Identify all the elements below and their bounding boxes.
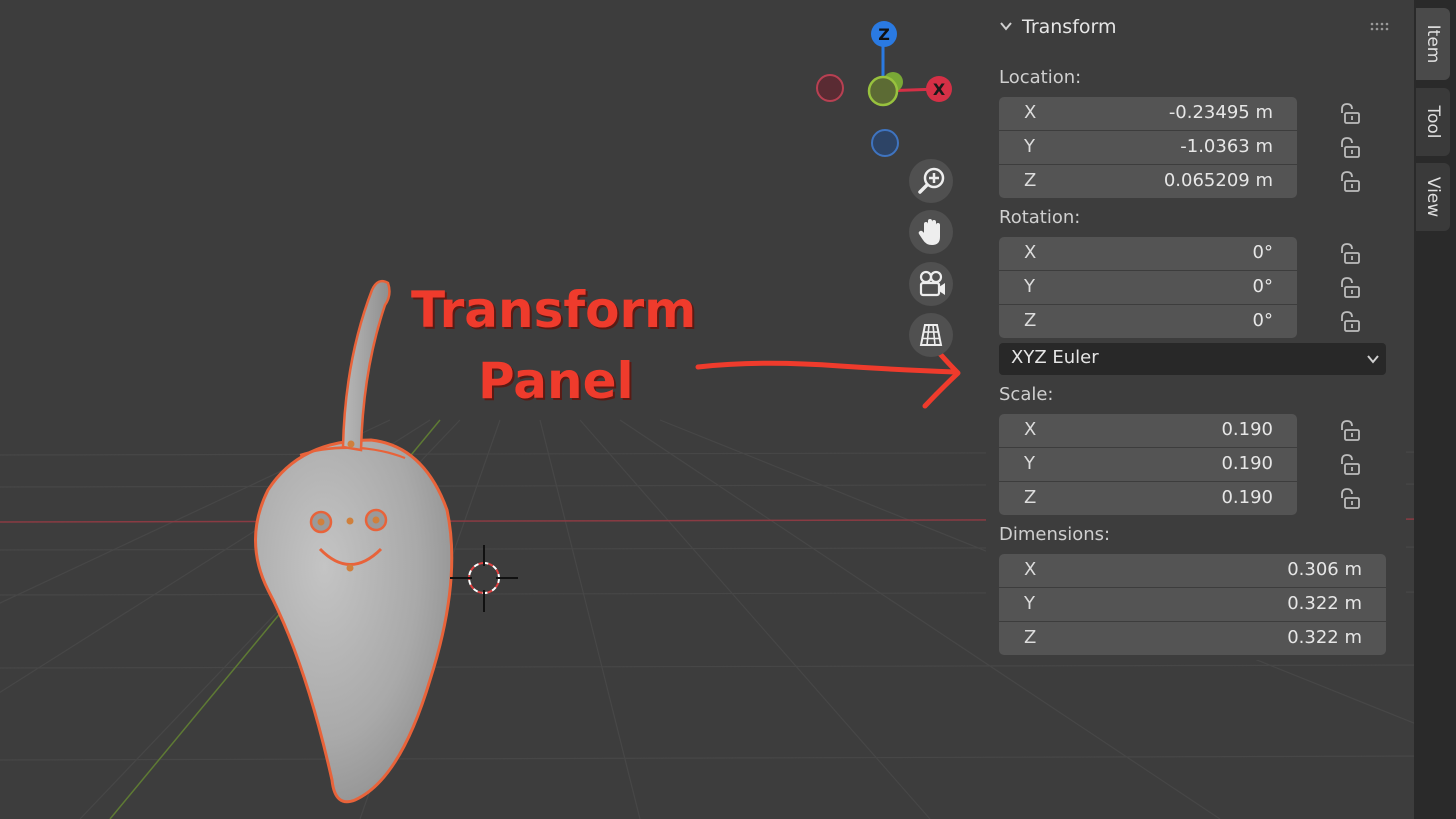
rotation-mode-value: XYZ Euler [1011, 347, 1099, 368]
scale-label: Scale: [999, 384, 1054, 405]
zoom-icon [918, 167, 945, 194]
axis-label: Y [1024, 593, 1035, 614]
lock-location-z-icon[interactable] [1338, 171, 1362, 193]
scale-z-field[interactable]: Z 0.190 [999, 482, 1297, 515]
axis-label: Z [1024, 487, 1037, 508]
location-x-field[interactable]: X -0.23495 m [999, 97, 1297, 130]
drag-grip-icon[interactable] [1370, 22, 1392, 32]
dimensions-z-field[interactable]: Z 0.322 m [999, 622, 1386, 655]
gizmo-neg-x[interactable] [816, 74, 844, 102]
axis-label: X [1024, 419, 1037, 440]
dimensions-x-value: 0.306 m [1287, 559, 1362, 580]
lock-scale-x-icon[interactable] [1338, 420, 1362, 442]
lock-rotation-z-icon[interactable] [1338, 311, 1362, 333]
location-label: Location: [999, 67, 1082, 88]
lock-rotation-x-icon[interactable] [1338, 243, 1362, 265]
location-z-field[interactable]: Z 0.065209 m [999, 165, 1297, 198]
rotation-mode-select[interactable]: XYZ Euler [999, 343, 1386, 375]
axis-label: Z [1024, 627, 1037, 648]
rotation-x-value: 0° [1252, 242, 1273, 263]
hand-pan-icon [918, 219, 940, 245]
axis-label: Y [1024, 453, 1035, 474]
axis-label: Y [1024, 276, 1035, 297]
camera-icon [919, 270, 945, 297]
dimensions-x-field[interactable]: X 0.306 m [999, 554, 1386, 587]
tab-item-label: Item [1423, 24, 1443, 64]
axis-label: X [1024, 559, 1037, 580]
sidebar-tabs: Item Tool View [1414, 0, 1456, 819]
dimensions-z-value: 0.322 m [1287, 627, 1362, 648]
scale-y-field[interactable]: Y 0.190 [999, 448, 1297, 481]
rotation-x-field[interactable]: X 0° [999, 237, 1297, 270]
lock-scale-z-icon[interactable] [1338, 488, 1362, 510]
scale-x-value: 0.190 [1221, 419, 1273, 440]
gizmo-center[interactable] [867, 75, 899, 107]
tab-tool[interactable]: Tool [1416, 88, 1450, 156]
scale-y-value: 0.190 [1221, 453, 1273, 474]
rotation-z-field[interactable]: Z 0° [999, 305, 1297, 338]
dimensions-y-value: 0.322 m [1287, 593, 1362, 614]
scale-z-value: 0.190 [1221, 487, 1273, 508]
location-y-field[interactable]: Y -1.0363 m [999, 131, 1297, 164]
camera-view-button[interactable] [909, 262, 953, 306]
annotation-title-line2: Panel [478, 352, 634, 410]
panel-header[interactable]: Transform [986, 10, 1406, 44]
zoom-button[interactable] [909, 159, 953, 203]
location-y-value: -1.0363 m [1180, 136, 1273, 157]
ortho-toggle-button[interactable] [909, 313, 953, 357]
lock-rotation-y-icon[interactable] [1338, 277, 1362, 299]
location-x-value: -0.23495 m [1168, 102, 1273, 123]
gizmo-x-label: X [933, 80, 946, 99]
lock-scale-y-icon[interactable] [1338, 454, 1362, 476]
pan-button[interactable] [909, 210, 953, 254]
axis-label: Y [1024, 136, 1035, 157]
rotation-y-value: 0° [1252, 276, 1273, 297]
axis-label: X [1024, 242, 1037, 263]
axis-label: Z [1024, 310, 1037, 331]
gizmo-neg-z[interactable] [871, 129, 899, 157]
axis-label: X [1024, 102, 1037, 123]
rotation-y-field[interactable]: Y 0° [999, 271, 1297, 304]
transform-panel: Transform Location: X -0.23495 m Y -1.0363… [986, 0, 1406, 660]
dimensions-y-field[interactable]: Y 0.322 m [999, 588, 1386, 621]
lock-location-y-icon[interactable] [1338, 137, 1362, 159]
rotation-z-value: 0° [1252, 310, 1273, 331]
chevron-down-icon [1000, 22, 1012, 31]
axis-label: Z [1024, 170, 1037, 191]
tab-item[interactable]: Item [1416, 8, 1450, 80]
tab-view[interactable]: View [1416, 163, 1450, 231]
tab-tool-label: Tool [1423, 105, 1443, 139]
scale-x-field[interactable]: X 0.190 [999, 414, 1297, 447]
rotation-label: Rotation: [999, 207, 1081, 228]
tab-view-label: View [1423, 176, 1443, 218]
lock-location-x-icon[interactable] [1338, 103, 1362, 125]
dimensions-label: Dimensions: [999, 524, 1111, 545]
grid-ortho-icon [919, 324, 943, 346]
location-z-value: 0.065209 m [1163, 170, 1273, 191]
chevron-down-icon [1367, 355, 1379, 364]
gizmo-z-label: Z [878, 25, 890, 44]
annotation-title-line1: Transform [411, 281, 697, 339]
panel-title: Transform [1022, 16, 1117, 38]
